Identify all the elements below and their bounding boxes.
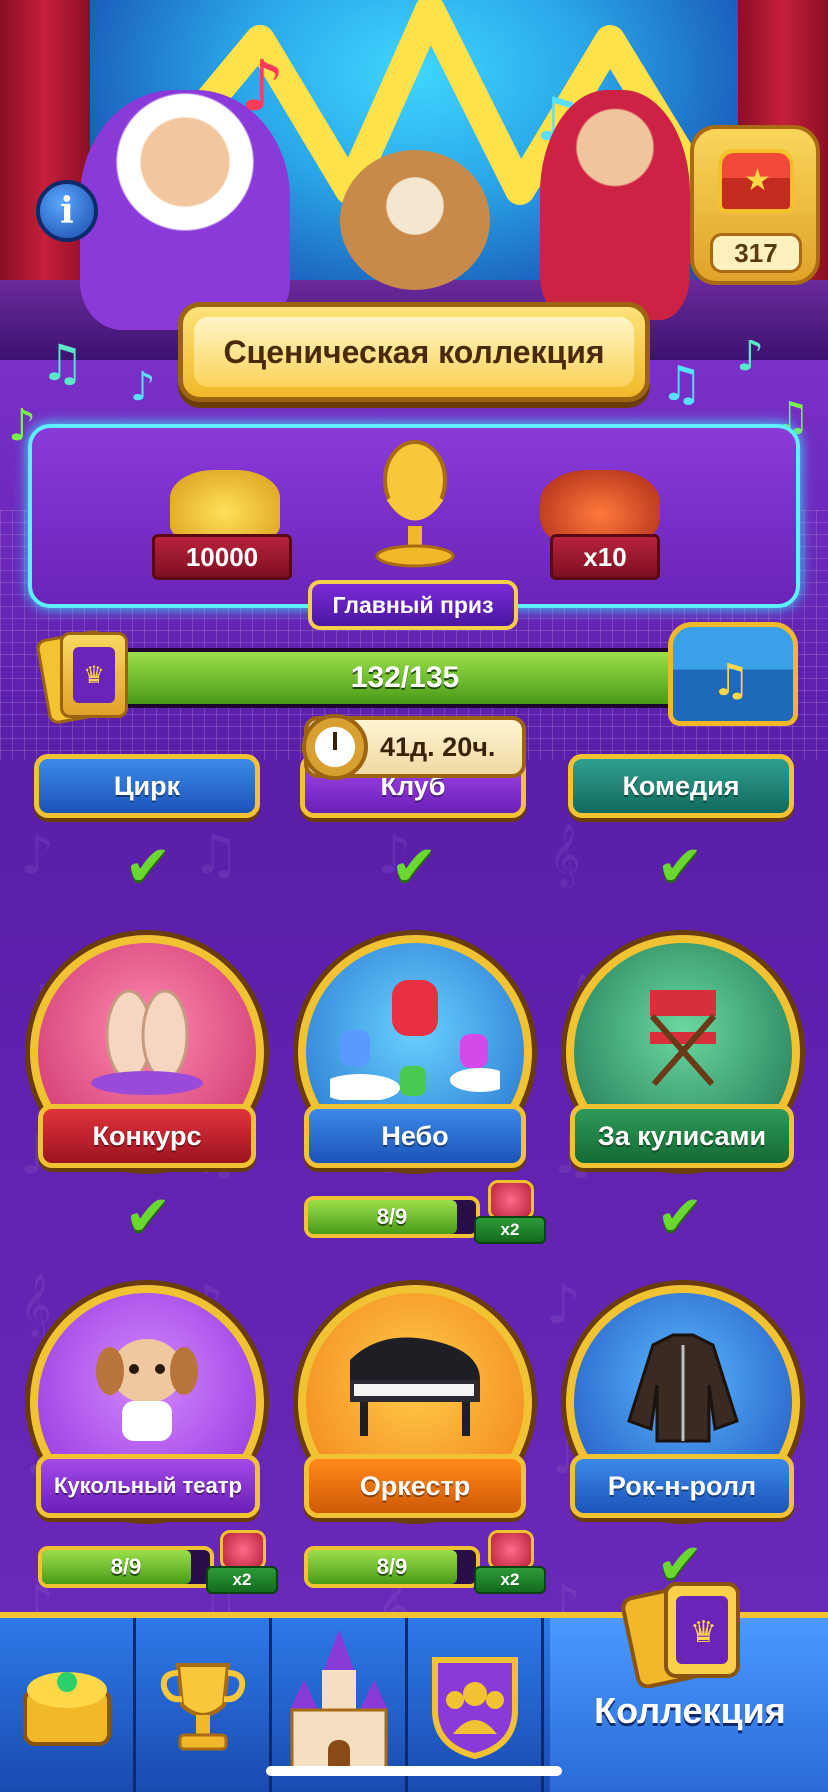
gift-jester-hat-icon <box>488 1530 534 1570</box>
reward-badge-orchestra[interactable]: x2 <box>474 1530 546 1594</box>
set-label-backstage[interactable]: За кулисами <box>570 1104 794 1168</box>
main-prize-label: Главный приз <box>308 580 518 630</box>
nav-shop[interactable] <box>0 1618 136 1792</box>
svg-text:♫: ♫ <box>660 356 703 412</box>
set-label-circus[interactable]: Цирк <box>34 754 260 818</box>
collection-progress-bar: 132/135 <box>100 648 710 708</box>
chest-counter[interactable]: ★ 317 <box>690 125 820 285</box>
castle-icon <box>289 1630 388 1776</box>
completed-check-icon: ✔ <box>656 834 704 899</box>
golden-microphone-icon <box>375 440 455 568</box>
ballet-shoes-icon <box>91 989 203 1095</box>
grand-piano-icon <box>350 1337 480 1436</box>
set-label-orchestra[interactable]: Оркестр <box>304 1454 526 1518</box>
set-label-puppet-theatre[interactable]: Кукольный театр <box>36 1454 260 1518</box>
collection-cards-icon: ♛ <box>621 1582 740 1688</box>
sky-lanterns-icon <box>330 979 500 1100</box>
king-singer-character <box>80 90 290 330</box>
puppy-puppet-icon <box>96 1338 198 1441</box>
gift-chest-icon <box>488 1180 534 1220</box>
collection-cards-icon: ♛ <box>35 628 130 728</box>
collection-progress-text: 132/135 <box>350 661 460 694</box>
music-chest-reward-icon[interactable]: ♫ <box>668 622 798 726</box>
leather-jacket-icon <box>627 1333 739 1443</box>
set-progress-orchestra: 8/9 <box>304 1546 480 1588</box>
home-indicator[interactable] <box>266 1766 562 1776</box>
reward-badge-puppet-theatre[interactable]: x2 <box>206 1530 278 1594</box>
team-icon <box>431 1657 518 1760</box>
shop-chest-icon <box>22 1672 111 1746</box>
gift-bomb-icon <box>220 1530 266 1570</box>
reward-multiplier: x2 <box>474 1216 546 1244</box>
set-progress-text: 8/9 <box>376 1554 408 1579</box>
set-label-sky[interactable]: Небо <box>304 1104 526 1168</box>
svg-text:♪: ♪ <box>736 340 764 381</box>
coins-reward-label: 10000 <box>152 534 292 580</box>
set-progress-text: 8/9 <box>110 1554 142 1579</box>
tnt-reward-label: x10 <box>550 534 660 580</box>
set-progress-puppet-theatre: 8/9 <box>38 1546 214 1588</box>
nav-leaderboard[interactable] <box>136 1618 272 1792</box>
trophy-icon <box>160 1663 245 1751</box>
svg-text:♛: ♛ <box>690 1615 717 1650</box>
set-progress-text: 8/9 <box>376 1204 408 1229</box>
completed-check-icon: ✔ <box>124 834 172 899</box>
svg-text:♪: ♪ <box>130 364 156 410</box>
guitarist-character <box>540 90 690 320</box>
reward-multiplier: x2 <box>474 1566 546 1594</box>
reward-badge-sky[interactable]: x2 <box>474 1180 546 1244</box>
coins-icon <box>170 470 280 540</box>
set-progress-sky: 8/9 <box>304 1196 480 1238</box>
set-label-contest[interactable]: Конкурс <box>38 1104 256 1168</box>
set-label-comedy[interactable]: Комедия <box>568 754 794 818</box>
star-icon: ★ <box>744 163 771 198</box>
completed-check-icon: ✔ <box>390 834 438 899</box>
dog-keyboardist-character <box>340 150 490 290</box>
svg-text:♫: ♫ <box>40 340 85 392</box>
director-chair-icon <box>649 989 717 1086</box>
reward-multiplier: x2 <box>206 1566 278 1594</box>
completed-check-icon: ✔ <box>124 1184 172 1249</box>
clock-icon-overlay <box>302 714 368 780</box>
chest-count: 317 <box>710 233 802 273</box>
completed-check-icon: ✔ <box>656 1184 704 1249</box>
nav-collection-label: Коллекция <box>594 1690 786 1731</box>
set-label-rock-n-roll[interactable]: Рок-н-ролл <box>570 1454 794 1518</box>
info-icon[interactable]: i <box>36 180 98 242</box>
